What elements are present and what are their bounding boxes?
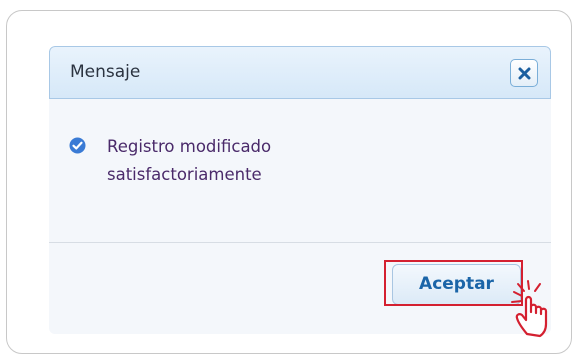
dialog-title: Mensaje (70, 62, 141, 82)
check-circle-icon (69, 137, 86, 154)
footer-divider (49, 242, 551, 243)
status-message: Registro modificado satisfactoriamente (107, 137, 272, 184)
hand-pointer-icon (511, 280, 548, 338)
dialog-body: Registro modificado satisfactoriamente (49, 99, 551, 242)
close-icon (518, 67, 531, 80)
dialog-titlebar: Mensaje (49, 46, 551, 99)
close-button[interactable] (510, 59, 538, 87)
